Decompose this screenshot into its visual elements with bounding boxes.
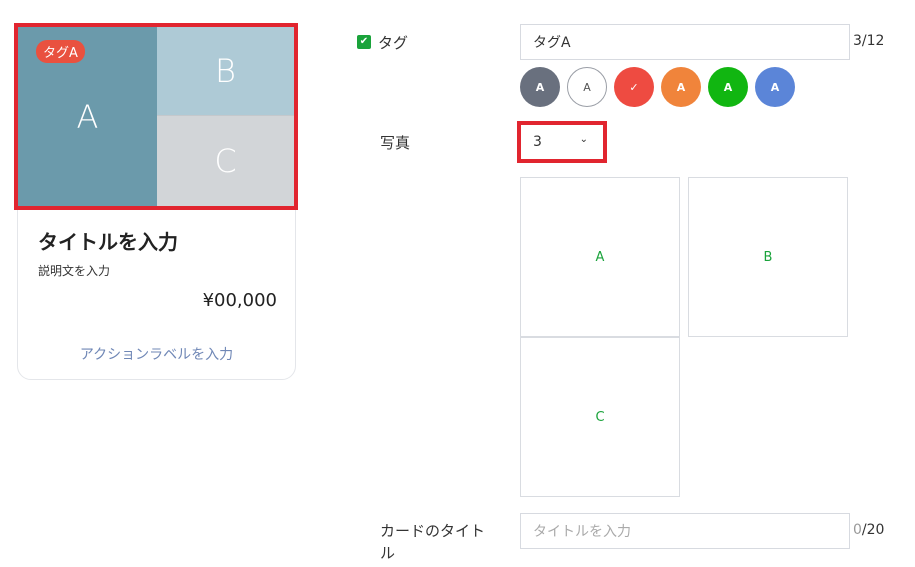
color-swatch-red-selected[interactable]: ✓ [614,67,654,107]
photo-count-select[interactable]: 3 ⌄ [517,121,607,163]
photo-slot-b[interactable]: B [688,177,848,337]
photo-tile-c: C [157,115,294,206]
color-swatch-green[interactable]: A [708,67,748,107]
swatch-label: A [770,80,780,94]
card-title-label: カードのタイト ル [380,520,485,564]
card-title-counter-max: /20 [861,522,885,538]
photo-slot-a[interactable]: A [520,177,680,337]
swatch-label: A [723,80,733,94]
tag-counter-current: 3 [853,33,862,49]
color-swatch-orange[interactable]: A [661,67,701,107]
photo-label: 写真 [380,134,411,152]
tag-counter-max: /12 [861,33,885,49]
check-icon: ✓ [629,80,639,94]
card-description: 説明文を入力 [38,264,111,278]
tag-input[interactable]: タグA [520,24,850,60]
color-swatch-white[interactable]: A [567,67,607,107]
photo-slot-label: C [595,409,605,425]
swatch-label: A [583,80,591,94]
swatch-label: A [676,80,686,94]
card-price: ¥00,000 [202,290,277,311]
check-icon: ✔ [359,36,369,47]
tag-label: タグ [378,34,409,52]
swatch-label: A [535,80,545,94]
card-title-label-line1: カードのタイト [380,522,486,540]
preview-photo-grid[interactable]: A B C タグA [14,23,298,210]
photo-slot-label: B [763,249,773,265]
card-title-placeholder: タイトルを入力 [533,524,631,540]
photo-tile-b: B [157,27,294,115]
color-swatch-gray[interactable]: A [520,67,560,107]
tag-badge: タグA [36,40,85,63]
photo-slot-label: A [595,249,605,265]
tag-input-value: タグA [533,35,571,51]
card-title-input[interactable]: タイトルを入力 [520,513,850,549]
card-title: タイトルを入力 [38,230,178,254]
chevron-down-icon: ⌄ [579,134,588,145]
color-swatch-blue[interactable]: A [755,67,795,107]
photo-slot-c[interactable]: C [520,337,680,497]
card-title-counter-current: 0 [853,522,862,538]
tag-checkbox[interactable]: ✔ [357,35,371,49]
photo-count-value: 3 [533,134,542,150]
card-title-label-line2: ル [380,544,396,562]
card-title-counter: 0/20 [853,522,884,538]
card-action-label[interactable]: アクションラベルを入力 [18,344,295,364]
tag-counter: 3/12 [853,33,884,49]
